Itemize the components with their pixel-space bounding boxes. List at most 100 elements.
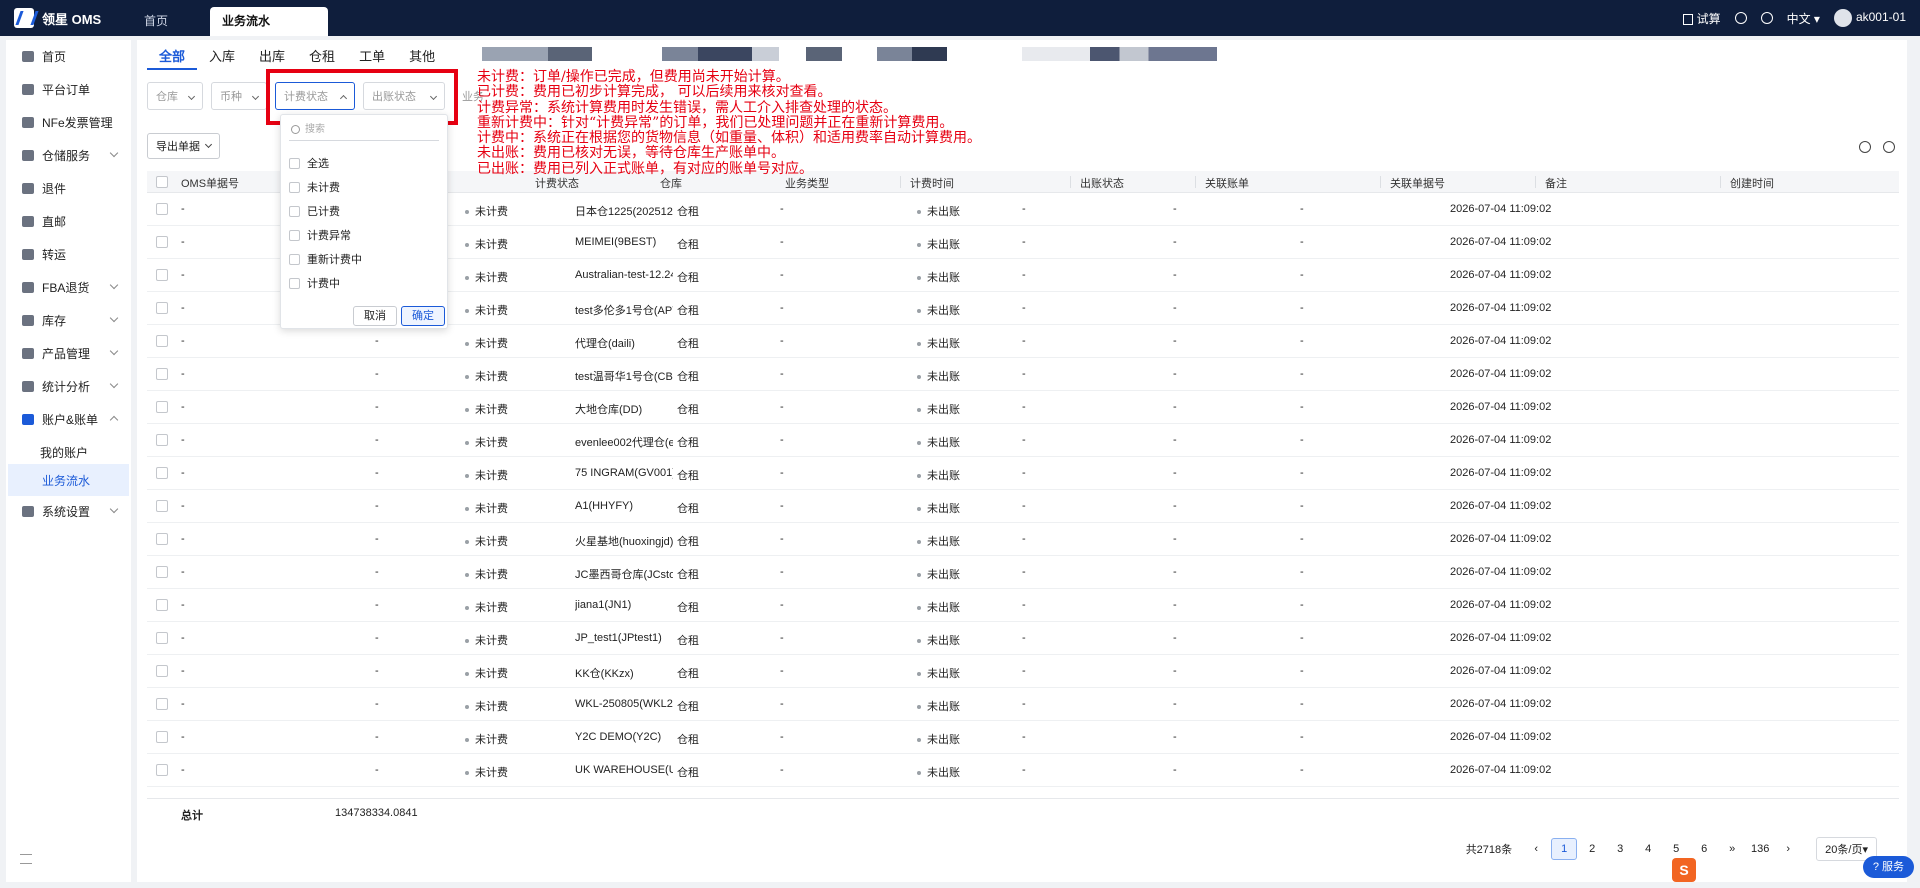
table-row[interactable]: - - 未计费 UK WAREHOUSE(UKW... 仓租 - 未出账 - - - 2026-07… <box>147 754 1899 787</box>
table-row[interactable]: - - 未计费 jiana1(JN1) 仓租 - 未出账 - - - 2026-07-04 11:0… <box>147 589 1899 622</box>
option-calculating[interactable]: 计费中 <box>289 275 340 291</box>
collapse-menu-icon[interactable] <box>20 854 32 864</box>
table-row[interactable]: - - 未计费 Y2C DEMO(Y2C) 仓租 - 未出账 - - - 2026-07-04 11… <box>147 721 1899 754</box>
row-checkbox[interactable] <box>156 368 168 380</box>
jump-next-button[interactable]: » <box>1719 838 1745 860</box>
tab-outbound[interactable]: 出库 <box>247 40 297 70</box>
sidebar-item-transfer[interactable]: 转运 <box>6 238 131 270</box>
warehouse-select[interactable]: 仓库 <box>147 82 203 110</box>
cell-text: - <box>780 401 784 413</box>
row-checkbox[interactable] <box>156 302 168 314</box>
tab-ticket[interactable]: 工单 <box>347 40 397 70</box>
zoom-icon[interactable] <box>1883 141 1895 153</box>
page-6[interactable]: 6 <box>1691 838 1717 860</box>
row-checkbox[interactable] <box>156 401 168 413</box>
tab-storage[interactable]: 仓租 <box>297 40 347 70</box>
select-all-checkbox[interactable] <box>156 176 168 188</box>
table-row[interactable]: - - 未计费 代理仓(daili) 仓租 - 未出账 - - - 2026-07-04 11:09… <box>147 325 1899 358</box>
option-unbilled[interactable]: 未计费 <box>289 179 340 195</box>
dropdown-search-input[interactable]: 搜索 <box>289 121 439 141</box>
trial-button[interactable]: 试算 <box>1682 10 1721 27</box>
row-checkbox[interactable] <box>156 269 168 281</box>
user-menu[interactable]: ak001-01 <box>1833 9 1906 27</box>
row-checkbox[interactable] <box>156 236 168 248</box>
sidebar-item-returns[interactable]: 退件 <box>6 172 131 204</box>
page-1[interactable]: 1 <box>1551 838 1578 860</box>
row-checkbox[interactable] <box>156 566 168 578</box>
settings-icon[interactable] <box>1760 12 1773 24</box>
table-row[interactable]: - - 未计费 75 INGRAM(GV001) 仓租 - 未出账 - - - 2026-07-04… <box>147 457 1899 490</box>
option-recalculating[interactable]: 重新计费中 <box>289 251 362 267</box>
sidebar-item-home[interactable]: 首页 <box>6 40 131 72</box>
row-checkbox[interactable] <box>156 533 168 545</box>
sidebar-item-platform-orders[interactable]: 平台订单 <box>6 73 131 105</box>
row-checkbox[interactable] <box>156 467 168 479</box>
checkbox[interactable] <box>289 157 300 169</box>
row-checkbox[interactable] <box>156 731 168 743</box>
table-row[interactable]: - - 未计费 A1(HHYFY) 仓租 - 未出账 - - - 2026-07-04 11:09:… <box>147 490 1899 523</box>
sidebar-item-nfe[interactable]: NFe发票管理 <box>6 106 131 138</box>
service-button[interactable]: ? 服务 <box>1862 856 1914 878</box>
row-checkbox[interactable] <box>156 665 168 677</box>
tab-business-flow[interactable]: 业务流水 <box>210 7 328 36</box>
export-button[interactable]: 导出单据 <box>147 133 220 159</box>
checkbox[interactable] <box>289 229 300 241</box>
row-checkbox[interactable] <box>156 335 168 347</box>
table-row[interactable]: - - 未计费 test温哥华1号仓(CBTO... 仓租 - 未出账 - - - 2026-07-… <box>147 358 1899 391</box>
sidebar-item-fba-returns[interactable]: FBA退货 <box>6 271 131 303</box>
table-row[interactable]: - - 未计费 evenlee002代理仓(eve... 仓租 - 未出账 - - - 2026-0… <box>147 424 1899 457</box>
row-checkbox[interactable] <box>156 599 168 611</box>
language-select[interactable]: 中文 ▾ <box>1787 10 1820 27</box>
sidebar-item-business-flow[interactable]: 业务流水 <box>8 464 129 496</box>
annotation-line: 未出账：费用已核对无误，等待仓库生产账单中。 <box>477 145 785 162</box>
sogou-input-icon[interactable]: S <box>1672 858 1696 882</box>
table-row[interactable]: - - 未计费 KK仓(KKzx) 仓租 - 未出账 - - - 2026-07-04 11:09:… <box>147 655 1899 688</box>
dropdown-cancel-button[interactable]: 取消 <box>353 306 397 326</box>
sidebar-item-label: 平台订单 <box>42 82 91 97</box>
table-row[interactable]: - - 未计费 WKL-250805(WKL250... 仓租 - 未出账 - - - 2026-0… <box>147 688 1899 721</box>
dropdown-confirm-button[interactable]: 确定 <box>401 306 445 326</box>
tab-all[interactable]: 全部 <box>147 40 198 70</box>
tab-other[interactable]: 其他 <box>397 40 447 70</box>
checkbox[interactable] <box>289 205 300 217</box>
table-row[interactable]: - - 未计费 火星基地(huoxingjd) 仓租 - 未出账 - - - 2026-07-04 … <box>147 523 1899 556</box>
sidebar-item-products[interactable]: 产品管理 <box>6 337 131 369</box>
cell-text: - <box>1300 533 1304 545</box>
app-logo[interactable]: 领星 OMS <box>14 8 101 28</box>
table-row[interactable]: - - 未计费 大地仓库(DD) 仓租 - 未出账 - - - 2026-07-04 11:09:0… <box>147 391 1899 424</box>
sidebar-item-inventory[interactable]: 库存 <box>6 304 131 336</box>
prev-page-button[interactable]: ‹ <box>1523 838 1549 860</box>
row-checkbox[interactable] <box>156 434 168 446</box>
sidebar-item-direct-mail[interactable]: 直邮 <box>6 205 131 237</box>
option-billed[interactable]: 已计费 <box>289 203 340 219</box>
row-checkbox[interactable] <box>156 632 168 644</box>
page-3[interactable]: 3 <box>1607 838 1633 860</box>
page-last[interactable]: 136 <box>1747 838 1773 860</box>
option-fee-error[interactable]: 计费异常 <box>289 227 351 243</box>
checkbox[interactable] <box>289 277 300 289</box>
row-checkbox[interactable] <box>156 698 168 710</box>
cell-text: - <box>1022 434 1026 446</box>
sidebar-item-warehouse-service[interactable]: 仓储服务 <box>6 139 131 171</box>
table-row[interactable]: - - 未计费 JC墨西哥仓库(JCstope) 仓租 - 未出账 - - - 2026-07-04… <box>147 556 1899 589</box>
currency-select[interactable]: 币种 <box>211 82 267 110</box>
row-checkbox[interactable] <box>156 203 168 215</box>
checkbox[interactable] <box>289 253 300 265</box>
sidebar-item-statistics[interactable]: 统计分析 <box>6 370 131 402</box>
tab-inbound[interactable]: 入库 <box>197 40 247 70</box>
option-select-all[interactable]: 全选 <box>289 155 329 171</box>
page-2[interactable]: 2 <box>1579 838 1605 860</box>
page-4[interactable]: 4 <box>1635 838 1661 860</box>
tab-home[interactable]: 首页 <box>132 7 180 36</box>
sidebar-item-account-billing[interactable]: 账户&账单 <box>6 403 131 435</box>
page-5[interactable]: 5 <box>1663 838 1689 860</box>
sidebar-item-system-settings[interactable]: 系统设置 <box>6 495 131 527</box>
row-checkbox[interactable] <box>156 500 168 512</box>
cell-note: - <box>1300 632 1304 644</box>
refresh-icon[interactable] <box>1859 141 1871 153</box>
download-icon[interactable] <box>1734 12 1747 24</box>
next-page-button[interactable]: › <box>1775 838 1801 860</box>
checkbox[interactable] <box>289 181 300 193</box>
table-row[interactable]: - - 未计费 JP_test1(JPtest1) 仓租 - 未出账 - - - 2026-07-0… <box>147 622 1899 655</box>
row-checkbox[interactable] <box>156 764 168 776</box>
